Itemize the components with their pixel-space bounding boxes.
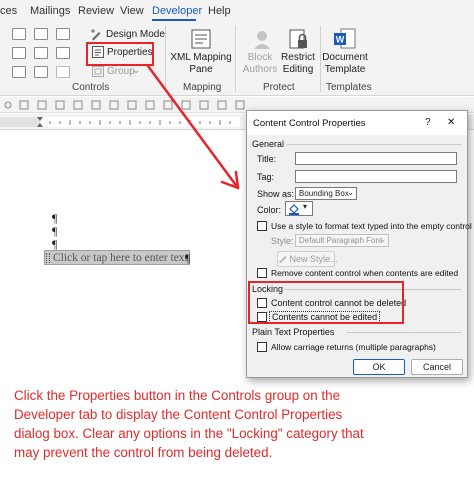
caption-line: dialog box. Clear any options in the "Lo… (14, 426, 364, 441)
caption-line: Developer tab to display the Content Con… (14, 407, 343, 422)
instruction-caption: Click the Properties button in the Contr… (14, 386, 464, 462)
caption-line: may prevent the control from being delet… (14, 445, 273, 460)
caption-line: Click the Properties button in the Contr… (14, 388, 341, 403)
